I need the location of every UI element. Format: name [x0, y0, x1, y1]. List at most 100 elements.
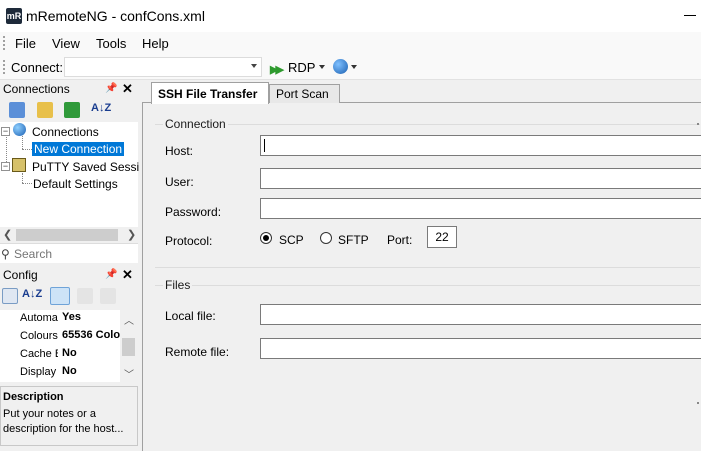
connect-label: Connect: — [11, 60, 64, 75]
sftp-label[interactable]: SFTP — [338, 233, 369, 247]
ssh-transfer-content: Connection Host: User: Password: Protoco… — [142, 103, 701, 451]
property-name: Automatic resize — [20, 312, 58, 324]
group-border — [155, 285, 700, 286]
tree-horizontal-scrollbar[interactable]: ❮ ❯ — [0, 227, 138, 243]
collapse-icon[interactable]: − — [1, 127, 10, 136]
globe-dropdown-icon[interactable] — [351, 65, 357, 69]
globe-icon — [13, 123, 26, 136]
connection-group-title: Connection — [163, 117, 228, 131]
connect-input[interactable] — [64, 57, 262, 77]
property-row[interactable]: Colours 65536 Colours — [0, 328, 120, 346]
protocol-label: Protocol: — [165, 234, 213, 248]
text-caret — [264, 139, 265, 152]
property-name: Cache Bitmaps — [20, 348, 58, 360]
search-row: ⚲ — [0, 243, 138, 263]
menu-tools[interactable]: Tools — [96, 36, 126, 51]
protocol-dropdown-icon[interactable] — [319, 65, 325, 69]
protocol-button[interactable]: RDP — [288, 60, 315, 75]
user-label: User: — [165, 175, 194, 189]
globe-icon[interactable] — [333, 59, 348, 74]
minimize-icon[interactable] — [682, 8, 698, 22]
description-panel: Description Put your notes or a descript… — [0, 386, 138, 446]
scrollbar-thumb[interactable] — [122, 338, 135, 356]
menu-view[interactable]: View — [52, 36, 80, 51]
tree-line — [22, 134, 23, 149]
hierarchy-icon[interactable] — [77, 288, 93, 304]
property-name: Display Themes — [20, 366, 58, 378]
window-title: mRemoteNG - confCons.xml — [26, 8, 205, 24]
tree-line — [22, 173, 23, 183]
port-input[interactable]: 22 — [427, 226, 457, 248]
property-value[interactable]: Yes — [62, 311, 120, 323]
app-icon: mR — [6, 8, 22, 24]
collapse-icon[interactable]: − — [1, 162, 10, 171]
scp-radio[interactable] — [260, 232, 272, 244]
config-toolbar: A↓Z — [0, 284, 138, 308]
connections-tree: − Connections New Connection − PuTTY Sav… — [0, 122, 159, 227]
group-border — [155, 267, 700, 268]
tab-ssh-file-transfer[interactable]: SSH File Transfer — [151, 82, 269, 104]
toolbar-grip-icon[interactable] — [3, 36, 6, 50]
toolbar-grip-icon[interactable] — [3, 60, 6, 74]
host-input[interactable] — [260, 135, 701, 156]
remote-file-label: Remote file: — [165, 345, 230, 359]
connections-panel-title: Connections — [3, 82, 70, 96]
tree-item-connections[interactable]: Connections — [32, 125, 99, 139]
property-row[interactable]: Cache Bitmaps No — [0, 346, 120, 364]
categorized-icon[interactable] — [2, 288, 18, 304]
scroll-right-icon[interactable]: ❯ — [127, 228, 136, 241]
tree-item-new-connection[interactable]: New Connection — [32, 142, 125, 156]
properties-icon[interactable] — [50, 287, 70, 305]
scroll-down-icon[interactable]: ﹀ — [124, 366, 134, 381]
menu-file[interactable]: File — [15, 36, 36, 51]
menu-help[interactable]: Help — [142, 36, 169, 51]
new-connection-icon[interactable] — [9, 102, 25, 118]
property-grid: Automatic resize Yes Colours 65536 Colou… — [0, 310, 138, 382]
new-folder-icon[interactable] — [37, 102, 53, 118]
files-group-title: Files — [163, 278, 193, 292]
password-input[interactable] — [260, 198, 701, 219]
property-vertical-scrollbar[interactable]: ︿ ﹀ — [120, 310, 138, 382]
sort-az-icon[interactable]: A↓Z — [22, 288, 42, 300]
scrollbar-thumb[interactable] — [16, 229, 118, 241]
scp-label[interactable]: SCP — [279, 233, 304, 247]
close-icon[interactable]: ✕ — [122, 81, 133, 97]
sftp-radio[interactable] — [320, 232, 332, 244]
remote-file-input[interactable] — [260, 338, 701, 359]
search-input[interactable] — [14, 247, 134, 261]
host-label: Host: — [165, 144, 194, 158]
group-edge-dot — [697, 402, 699, 404]
pin-icon[interactable]: 📌 — [105, 269, 117, 280]
tab-port-scan[interactable]: Port Scan — [269, 84, 340, 103]
property-value[interactable]: No — [62, 347, 120, 359]
port-label: Port: — [387, 233, 413, 247]
property-row[interactable]: Display Themes No — [0, 364, 120, 382]
config-panel-title: Config — [3, 268, 38, 282]
local-file-label: Local file: — [165, 309, 216, 323]
tree-item-default-settings[interactable]: Default Settings — [33, 177, 118, 191]
connect-dropdown-icon[interactable] — [251, 64, 257, 68]
property-row[interactable]: Automatic resize Yes — [0, 310, 120, 328]
tree-line — [22, 183, 32, 184]
property-name: Colours — [20, 330, 58, 342]
local-file-input[interactable] — [260, 304, 701, 325]
user-input[interactable] — [260, 168, 701, 189]
group-edge-dot — [697, 123, 699, 125]
search-icon: ⚲ — [1, 247, 10, 261]
menu-bar: File View Tools Help — [0, 32, 701, 54]
inheritance-icon[interactable] — [100, 288, 116, 304]
scroll-left-icon[interactable]: ❮ — [3, 228, 12, 241]
title-bar: mR mRemoteNG - confCons.xml — [0, 0, 701, 32]
view-icon[interactable] — [64, 102, 80, 118]
sort-az-icon[interactable]: A↓Z — [91, 102, 111, 114]
config-panel-header: Config 📌 ✕ — [0, 266, 138, 284]
pin-icon[interactable]: 📌 — [105, 83, 117, 94]
connections-toolbar: A↓Z — [0, 98, 138, 122]
description-text: Put your notes or a description for the … — [3, 408, 124, 435]
putty-icon — [12, 158, 26, 172]
rdp-arrow-icon[interactable]: ▶▶ — [270, 63, 284, 76]
close-icon[interactable]: ✕ — [122, 267, 133, 283]
property-value[interactable]: 65536 Colours — [62, 329, 120, 341]
property-value[interactable]: No — [62, 365, 120, 377]
scroll-up-icon[interactable]: ︿ — [124, 312, 134, 327]
